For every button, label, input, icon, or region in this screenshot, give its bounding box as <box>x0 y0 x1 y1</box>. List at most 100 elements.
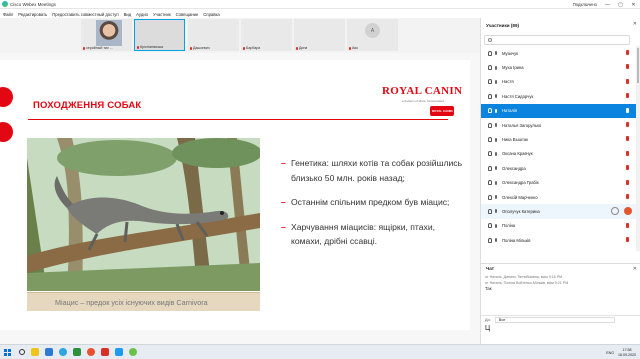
participant-video <box>96 20 122 46</box>
app-icon[interactable] <box>115 348 123 356</box>
participant-row[interactable]: Поліна Мільків <box>481 233 636 247</box>
participant-name: Поліна Мільків <box>502 237 531 243</box>
file-explorer-icon[interactable] <box>31 348 39 356</box>
participants-title: Участники (89) <box>486 23 520 28</box>
close-chat-button[interactable]: ✕ <box>633 266 637 272</box>
menu-help[interactable]: Справка <box>203 12 219 17</box>
browser-icon[interactable] <box>87 348 95 356</box>
close-button[interactable]: ✕ <box>627 0 640 9</box>
window-controls: Подключено — ▢ ✕ <box>573 0 640 9</box>
app-icon[interactable] <box>101 348 109 356</box>
language-indicator[interactable]: ENG <box>606 351 614 355</box>
mic-muted-icon[interactable] <box>626 237 629 243</box>
user-icon <box>488 237 492 243</box>
search-icon[interactable] <box>19 349 25 355</box>
mic-muted-icon[interactable] <box>626 136 629 142</box>
decorative-dot <box>0 87 13 107</box>
brand-logo-text: ROYAL CANIN <box>432 109 453 113</box>
participant-row[interactable]: Наталья Загорулько <box>481 118 636 132</box>
shared-content-area: ПОХОДЖЕННЯ СОБАК ROYAL CANIN a division … <box>0 53 480 344</box>
participant-row[interactable]: Ника Выштак <box>481 132 636 146</box>
participant-name: Настя Сидорчук <box>502 93 534 99</box>
participant-list: Музичук Муха Ірина Настя Настя Сидорчук … <box>481 46 636 251</box>
app-icon[interactable] <box>73 348 81 356</box>
video-tile[interactable]: серийный тих ... <box>81 19 132 51</box>
mic-muted-icon[interactable] <box>626 150 629 156</box>
participant-row[interactable]: Поліна <box>481 219 636 233</box>
participant-name: Поліна <box>502 223 516 229</box>
participant-name: Олександра Грабік <box>502 180 539 186</box>
decorative-dot <box>0 122 13 142</box>
menu-file[interactable]: Файл <box>3 12 13 17</box>
chat-header: Чат ✕ <box>481 263 640 273</box>
participant-row[interactable]: Олексій Марченко <box>481 190 636 204</box>
participant-row[interactable]: Музичук <box>481 46 636 60</box>
participant-row-selected[interactable]: Наталія <box>481 103 636 118</box>
menu-view[interactable]: Вид <box>124 12 132 17</box>
tile-name: Аяс <box>352 46 359 50</box>
mic-muted-icon[interactable] <box>626 121 629 127</box>
mic-muted-icon[interactable] <box>626 193 629 199</box>
mic-muted-icon <box>137 45 139 49</box>
participant-row[interactable]: Олександра Грабік <box>481 176 636 190</box>
mic-muted-icon[interactable] <box>626 50 629 55</box>
participant-name: Олександра <box>502 165 526 171</box>
menu-meeting[interactable]: Совещание <box>176 12 199 17</box>
mic-muted-icon <box>296 46 298 50</box>
mail-icon[interactable] <box>45 348 53 356</box>
user-icon <box>488 108 492 114</box>
bullet-item: Останнім спільним предком був міацис; <box>281 195 466 210</box>
chat-input[interactable]: Ц <box>485 325 635 341</box>
recipient-select[interactable]: Все <box>494 317 615 323</box>
mic-muted-icon[interactable] <box>624 207 632 216</box>
participant-row-hover[interactable]: Ополучук Катерина <box>481 204 636 219</box>
brand-subtitle: a division of Mars, Incorporated <box>402 99 444 103</box>
minimize-button[interactable]: — <box>601 0 614 9</box>
maximize-button[interactable]: ▢ <box>614 0 627 9</box>
scrollbar-thumb[interactable] <box>637 48 639 83</box>
menu-edit[interactable]: Редактировать <box>18 12 47 17</box>
menu-audio[interactable]: Аудио <box>136 12 148 17</box>
participant-row[interactable]: Оксана Кравчук <box>481 147 636 161</box>
user-icon <box>488 194 492 200</box>
video-tile[interactable]: Дина <box>294 19 345 51</box>
clock[interactable]: 17:58 16.09.2020 <box>618 348 636 357</box>
webex-icon[interactable] <box>129 348 137 356</box>
mic-muted-icon[interactable] <box>626 107 629 113</box>
mic-muted-icon[interactable] <box>626 165 629 171</box>
video-tile[interactable]: А Аяс <box>347 19 398 51</box>
participant-row[interactable]: Настя <box>481 75 636 89</box>
mic-muted-icon[interactable] <box>626 222 629 228</box>
participant-row[interactable]: Муха Ірина <box>481 60 636 74</box>
windows-start-icon[interactable] <box>4 348 11 356</box>
system-tray: ENG 17:58 16.09.2020 <box>603 346 636 359</box>
taskbar: ENG 17:58 16.09.2020 <box>0 344 640 359</box>
telegram-icon[interactable] <box>59 348 67 356</box>
participant-search-input[interactable] <box>484 35 630 45</box>
mic-muted-icon[interactable] <box>626 78 629 84</box>
video-tile[interactable]: Барбара <box>241 19 292 51</box>
participant-name: Настя <box>502 79 514 85</box>
miacis-illustration <box>27 138 260 291</box>
slide-title: ПОХОДЖЕННЯ СОБАК <box>33 100 142 111</box>
participant-row[interactable]: Олександра <box>481 161 636 175</box>
chat-message-body: Так <box>485 286 492 291</box>
bullet-list: Генетика: шляхи котів та собак розійшлис… <box>281 156 466 259</box>
mic-muted-icon[interactable] <box>626 64 629 70</box>
bullet-item: Харчування міацисів: ящірки, птахи, кома… <box>281 220 466 249</box>
menu-share[interactable]: Предоставить совместный доступ <box>52 12 118 17</box>
microphone-icon <box>495 137 497 142</box>
menu-participant[interactable]: Участник <box>153 12 171 17</box>
user-icon <box>488 223 492 229</box>
connection-status: Подключено <box>572 2 597 7</box>
video-tile[interactable]: Дашкевич <box>188 19 239 51</box>
mic-muted-icon[interactable] <box>626 179 629 185</box>
illustration-drawing <box>27 138 260 291</box>
mic-muted-icon[interactable] <box>626 93 629 99</box>
tile-name: Дашкевич <box>193 46 210 50</box>
chat-bubble-icon[interactable] <box>611 207 619 216</box>
close-participants-button[interactable]: ✕ <box>633 21 637 27</box>
participant-row[interactable]: Настя Сидорчук <box>481 89 636 103</box>
microphone-icon <box>495 94 497 99</box>
video-tile-active[interactable]: Крістіанівська <box>134 19 185 51</box>
